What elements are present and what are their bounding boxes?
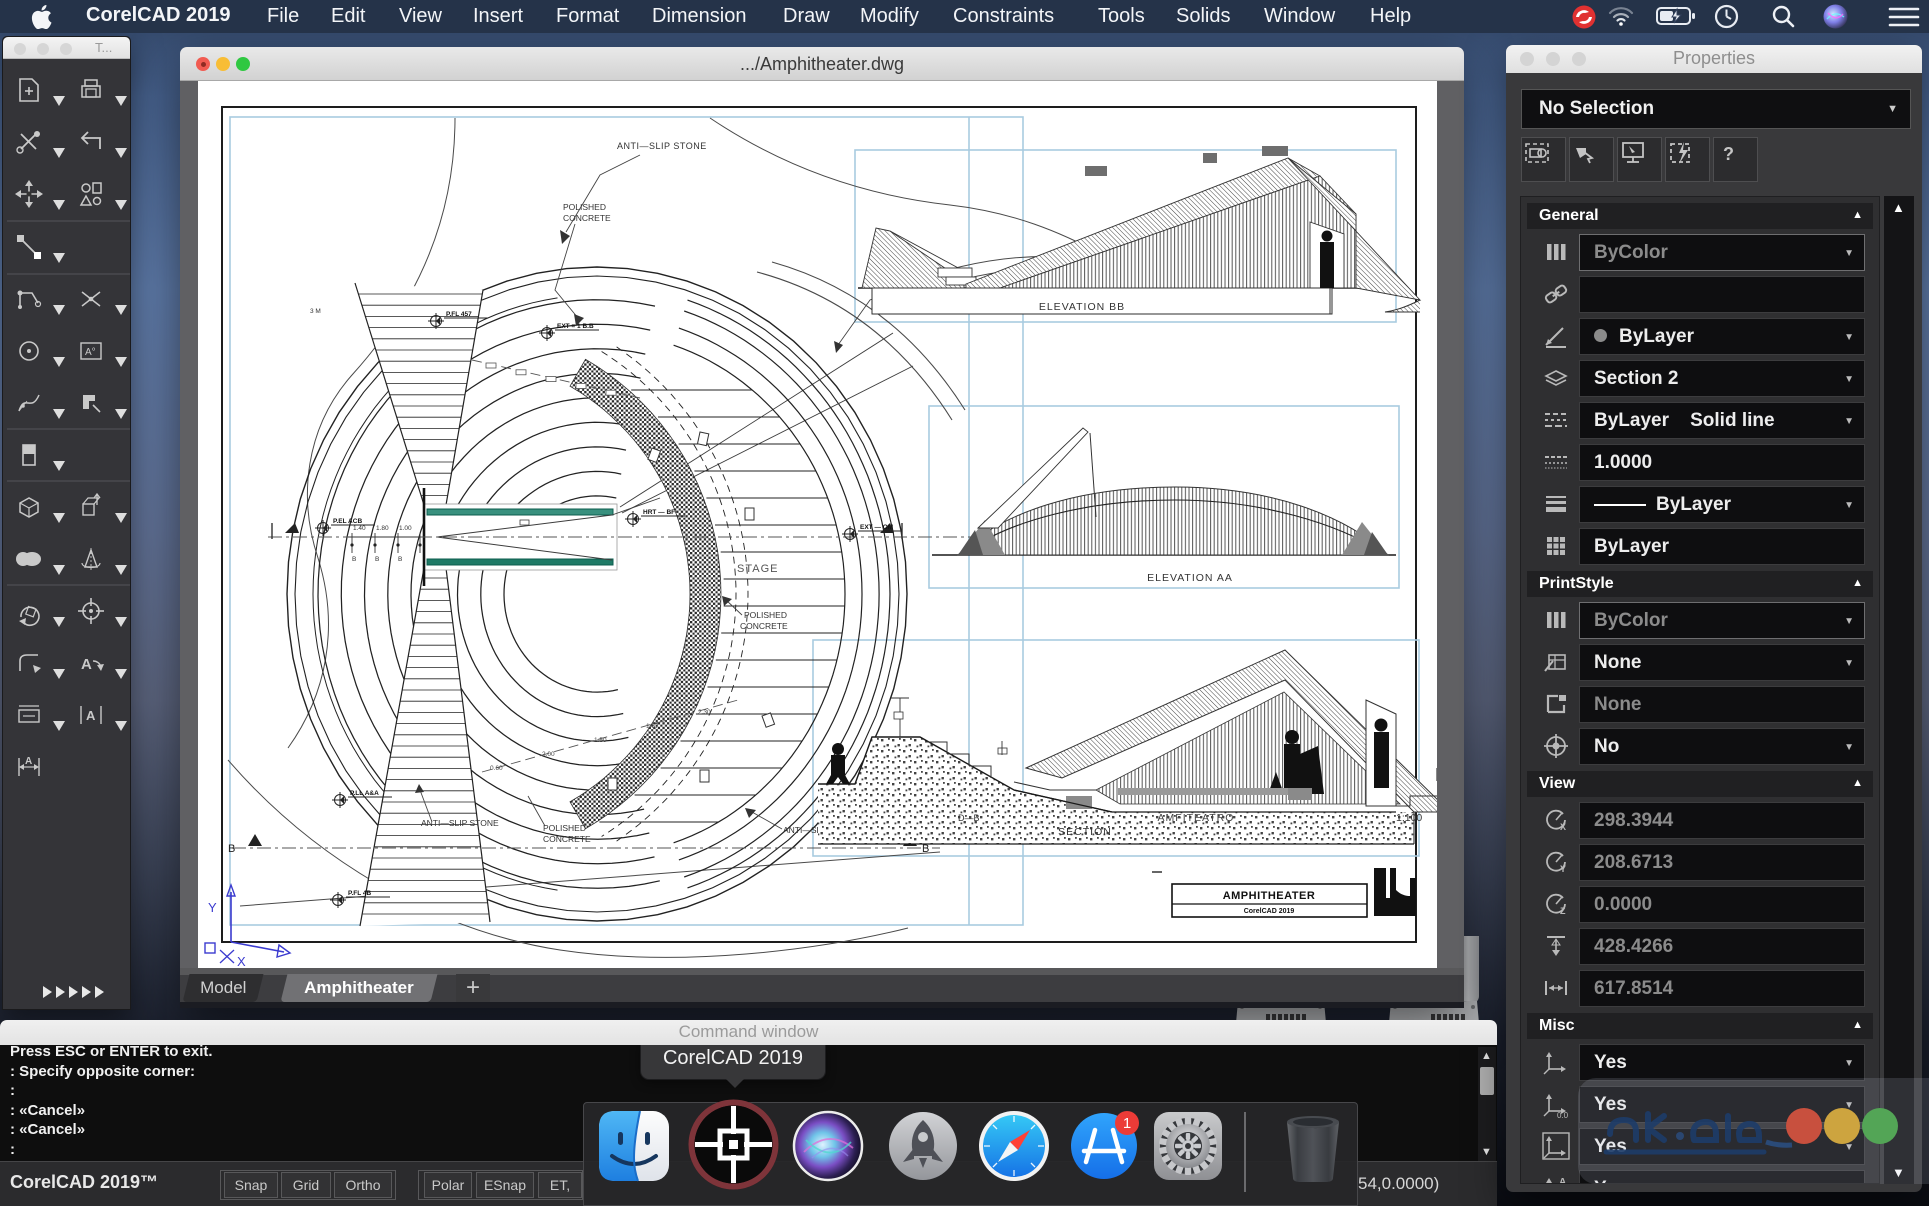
svg-text:HRT — BF: HRT — BF xyxy=(643,509,675,516)
svg-text:P.FL 457: P.FL 457 xyxy=(446,311,472,318)
svg-text:1.00: 1.00 xyxy=(399,525,412,532)
svg-text:A: A xyxy=(86,708,96,723)
svg-text:Y: Y xyxy=(208,900,217,915)
svg-text:CONCRETE: CONCRETE xyxy=(543,834,591,844)
svg-text:STAGE: STAGE xyxy=(737,563,778,575)
svg-text:CONCRETE: CONCRETE xyxy=(563,213,611,223)
svg-text:A: A xyxy=(1559,1177,1566,1184)
svg-text:X: X xyxy=(1560,822,1566,832)
svg-text:A: A xyxy=(25,756,32,767)
svg-text:1:100: 1:100 xyxy=(1396,812,1422,824)
svg-text:D—B: D—B xyxy=(958,813,980,823)
svg-text:P.EL ACB: P.EL ACB xyxy=(333,518,362,525)
svg-text:AMFITEATRO: AMFITEATRO xyxy=(1158,812,1235,824)
svg-text:AMPHITHEATER: AMPHITHEATER xyxy=(1223,890,1316,902)
svg-text:ANTI—SLIP STONE: ANTI—SLIP STONE xyxy=(421,818,499,828)
svg-text:Y: Y xyxy=(1560,864,1566,874)
svg-text:B: B xyxy=(228,843,235,855)
svg-text:ELEVATION AA: ELEVATION AA xyxy=(1147,572,1233,584)
svg-text:P.FL 4B: P.FL 4B xyxy=(348,890,372,897)
svg-text:CorelCAD 2019: CorelCAD 2019 xyxy=(1244,908,1295,915)
svg-text:ELEVATION BB: ELEVATION BB xyxy=(1039,301,1125,313)
svg-text:1.80: 1.80 xyxy=(376,525,389,532)
svg-text:0.60: 0.60 xyxy=(490,765,503,772)
svg-text:A: A xyxy=(81,656,92,673)
svg-text:?: ? xyxy=(1723,144,1734,164)
svg-text:1.50: 1.50 xyxy=(594,737,607,744)
svg-text:B: B xyxy=(398,556,402,563)
svg-text:P.LL A&A: P.LL A&A xyxy=(350,790,379,797)
svg-text:A°: A° xyxy=(85,347,96,358)
svg-text:ANTI—SLIP STONE: ANTI—SLIP STONE xyxy=(617,141,707,151)
svg-text:1.67: 1.67 xyxy=(646,723,659,730)
svg-text:POLISHED: POLISHED xyxy=(744,610,787,620)
svg-text:1: 1 xyxy=(1123,1115,1131,1132)
svg-text:2.00: 2.00 xyxy=(542,751,555,758)
svg-text:EXT = 1 B.B: EXT = 1 B.B xyxy=(557,323,594,330)
svg-text:0.0: 0.0 xyxy=(1557,1111,1569,1119)
svg-text:Z: Z xyxy=(1560,906,1566,916)
svg-text:B: B xyxy=(922,843,929,855)
svg-text:1.40: 1.40 xyxy=(353,525,366,532)
svg-text:B: B xyxy=(375,556,379,563)
svg-text:B: B xyxy=(352,556,356,563)
svg-text:3 M: 3 M xyxy=(310,308,321,315)
svg-text:X: X xyxy=(237,954,246,968)
svg-text:SECTION: SECTION xyxy=(1058,826,1112,838)
svg-text:POLISHED: POLISHED xyxy=(563,202,606,212)
svg-text:EXT — OM: EXT — OM xyxy=(860,524,893,531)
svg-text:CONCRETE: CONCRETE xyxy=(740,621,788,631)
svg-text:2.30: 2.30 xyxy=(698,709,711,716)
svg-text:POLISHED: POLISHED xyxy=(543,823,586,833)
